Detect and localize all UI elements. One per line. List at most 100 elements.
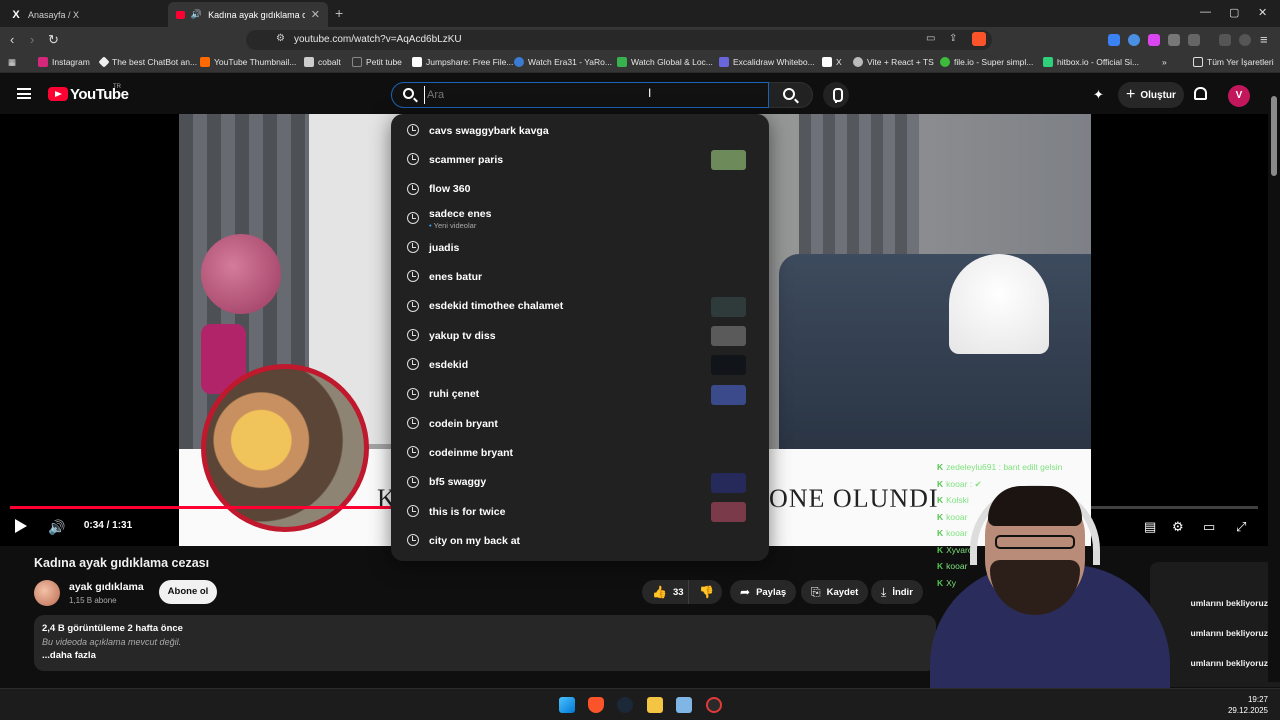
- suggestion-thumbnail[interactable]: [711, 384, 746, 405]
- settings-gear-icon[interactable]: ⚙: [1172, 519, 1184, 535]
- photos-icon[interactable]: [676, 697, 692, 713]
- bookmark-item[interactable]: Vite + React + TS: [853, 57, 934, 67]
- search-box[interactable]: [391, 82, 769, 108]
- bookmark-item[interactable]: hitbox.io - Official Si...: [1043, 57, 1139, 67]
- suggestion-item[interactable]: enes batur: [391, 262, 769, 291]
- bookmark-item[interactable]: Petit tube: [352, 57, 402, 67]
- suggestion-thumbnail[interactable]: [711, 150, 746, 171]
- bookmark-item[interactable]: Instagram: [38, 57, 90, 67]
- new-tab-button[interactable]: +: [335, 5, 343, 21]
- bookmark-item[interactable]: Jumpshare: Free File...: [412, 57, 513, 67]
- close-window-button[interactable]: ✕: [1258, 6, 1267, 19]
- close-tab-icon[interactable]: ✕: [311, 8, 320, 21]
- page-scrollbar[interactable]: [1268, 92, 1280, 682]
- bookmark-item[interactable]: YouTube Thumbnail...: [200, 57, 296, 67]
- bookmark-favicon-icon: [352, 57, 362, 67]
- suggestion-item[interactable]: flow 360: [391, 175, 769, 204]
- forward-button[interactable]: ›: [30, 32, 34, 47]
- save-button[interactable]: ⎘ Kaydet: [801, 580, 869, 604]
- extension-icon[interactable]: [1148, 34, 1160, 46]
- bookmark-item[interactable]: The best ChatBot an...: [98, 56, 198, 68]
- url-bar[interactable]: ⚙ youtube.com/watch?v=AqAcd6bLzKU ▭ ⇪: [246, 30, 992, 50]
- dislike-button[interactable]: 👎: [688, 580, 722, 604]
- gemini-sparkle-icon[interactable]: ✦: [1093, 87, 1104, 103]
- description-box[interactable]: 2,4 B görüntüleme 2 hafta önce Bu videod…: [34, 615, 936, 671]
- suggestion-thumbnail[interactable]: [711, 296, 746, 317]
- search-button[interactable]: [769, 82, 813, 108]
- bookmark-favicon-icon: [822, 57, 832, 67]
- suggestion-item[interactable]: cavs swaggybark kavga: [391, 116, 769, 145]
- suggestion-item[interactable]: codeinme bryant: [391, 438, 769, 467]
- channel-avatar[interactable]: [34, 580, 60, 606]
- show-more-link[interactable]: ...daha fazla: [42, 650, 96, 661]
- volume-icon[interactable]: 🔊: [48, 519, 65, 536]
- bookmark-item[interactable]: Watch Era31 - YaRo...: [514, 57, 612, 67]
- steam-icon[interactable]: [617, 697, 633, 713]
- like-button[interactable]: 👍 33: [642, 580, 688, 604]
- maximize-button[interactable]: ▢: [1229, 6, 1239, 19]
- suggestion-thumbnail[interactable]: [711, 326, 746, 347]
- extensions-puzzle-icon[interactable]: [1168, 34, 1180, 46]
- tab-youtube-active[interactable]: 🔊 Kadına ayak gıdıklama cezası ✕: [168, 2, 328, 27]
- bookmark-item[interactable]: cobalt: [304, 57, 341, 67]
- app-icon[interactable]: [706, 697, 722, 713]
- notifications-bell-icon[interactable]: [1194, 87, 1207, 100]
- extension-icon[interactable]: [1108, 34, 1120, 46]
- tab-x-home[interactable]: X Anasayfa / X: [2, 2, 166, 27]
- youtube-logo-icon[interactable]: [48, 87, 68, 101]
- cast-icon[interactable]: ▭: [926, 33, 935, 44]
- suggestion-item[interactable]: esdekid timothee chalamet: [391, 292, 769, 321]
- windows-start-icon[interactable]: [559, 697, 575, 713]
- suggestion-item[interactable]: city on my back at: [391, 526, 769, 555]
- create-button[interactable]: + Oluştur: [1118, 82, 1184, 108]
- channel-name[interactable]: ayak gıdıklama: [69, 581, 144, 593]
- share-button[interactable]: ➦ Paylaş: [730, 580, 797, 604]
- reload-button[interactable]: ↻: [48, 32, 59, 48]
- suggestion-item[interactable]: ruhi çenet: [391, 380, 769, 409]
- scroll-thumb[interactable]: [1271, 96, 1277, 176]
- bookmark-item[interactable]: file.io - Super simpl...: [940, 57, 1033, 67]
- vpn-icon[interactable]: [1239, 34, 1251, 46]
- subscribe-button[interactable]: Abone ol: [159, 580, 217, 604]
- apps-grid-icon[interactable]: ▦: [8, 57, 16, 68]
- suggestion-item[interactable]: esdekid: [391, 350, 769, 379]
- suggestion-item[interactable]: this is for twice: [391, 497, 769, 526]
- theater-mode-icon[interactable]: ▭: [1203, 519, 1215, 535]
- suggestion-thumbnail[interactable]: [711, 355, 746, 376]
- play-icon[interactable]: [15, 519, 27, 533]
- bookmark-item[interactable]: X: [822, 57, 842, 67]
- video-title: Kadına ayak gıdıklama cezası: [34, 556, 210, 570]
- bookmark-item[interactable]: Excalidraw Whitebo...: [719, 57, 815, 67]
- site-settings-icon[interactable]: ⚙: [276, 33, 285, 44]
- media-icon[interactable]: [1219, 34, 1231, 46]
- bookmark-item[interactable]: Watch Global & Loc...: [617, 57, 713, 67]
- suggestion-text: juadis: [429, 241, 460, 254]
- back-button[interactable]: ‹: [10, 32, 14, 47]
- suggestion-item[interactable]: scammer paris: [391, 145, 769, 174]
- system-clock[interactable]: 19:27 29.12.2025: [1228, 694, 1268, 716]
- suggestion-item[interactable]: sadece enesYeni videolar: [391, 204, 769, 233]
- suggestion-thumbnail[interactable]: [711, 472, 746, 493]
- all-bookmarks[interactable]: Tüm Yer İşaretleri: [1193, 57, 1274, 67]
- file-explorer-icon[interactable]: [647, 697, 663, 713]
- search-input[interactable]: [424, 86, 754, 104]
- suggestion-thumbnail[interactable]: [711, 501, 746, 522]
- brave-shield-icon[interactable]: [972, 32, 986, 46]
- extension-icon[interactable]: [1128, 34, 1140, 46]
- suggestion-item[interactable]: yakup tv diss: [391, 321, 769, 350]
- sidebar-icon[interactable]: [1188, 34, 1200, 46]
- share-icon[interactable]: ⇪: [949, 33, 957, 44]
- download-button[interactable]: ⤓ İndir: [871, 580, 923, 604]
- account-avatar[interactable]: V: [1228, 85, 1250, 107]
- suggestion-item[interactable]: codein bryant: [391, 409, 769, 438]
- bookmark-label: The best ChatBot an...: [112, 57, 198, 67]
- suggestion-item[interactable]: juadis: [391, 233, 769, 262]
- voice-search-icon[interactable]: [823, 82, 849, 108]
- brave-browser-icon[interactable]: [588, 697, 604, 713]
- menu-icon[interactable]: ≡: [1260, 32, 1268, 47]
- suggestion-item[interactable]: bf5 swaggy: [391, 468, 769, 497]
- minimize-button[interactable]: —: [1200, 6, 1211, 18]
- more-bookmarks-icon[interactable]: »: [1162, 57, 1167, 67]
- hamburger-menu-icon[interactable]: [17, 88, 31, 99]
- fullscreen-icon[interactable]: ⤢: [1236, 519, 1246, 535]
